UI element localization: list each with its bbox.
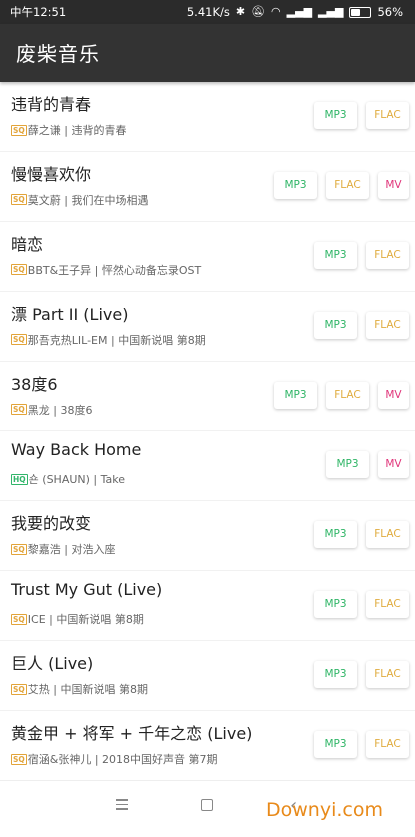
quality-badge: SQ xyxy=(11,264,27,276)
mp3-button[interactable]: MP3 xyxy=(274,171,317,199)
wifi-icon: ◠ xyxy=(271,5,281,18)
song-title: Trust My Gut (Live) xyxy=(11,580,163,600)
song-title: 漂 Part II (Live) xyxy=(11,304,129,324)
download-buttons: MP3 FLAC xyxy=(314,311,409,339)
song-meta: SQ 薛之谦 | 违背的青春 xyxy=(11,122,126,138)
app-bar: 废柴音乐 xyxy=(0,24,415,82)
download-buttons: MP3 FLAC xyxy=(314,102,409,129)
watermark: Downyi.com xyxy=(266,799,383,821)
song-title: 38度6 xyxy=(11,374,58,394)
download-buttons: MP3 FLAC xyxy=(314,731,409,759)
mv-button[interactable]: MV xyxy=(378,381,409,409)
song-row[interactable]: 黄金甲 + 将军 + 千年之恋 (Live) SQ 宿涵&张神儿 | 2018中国好… xyxy=(0,711,415,781)
status-time: 中午12:51 xyxy=(10,5,67,19)
song-row[interactable]: 慢慢喜欢你 SQ 莫文蔚 | 我们在中场相遇 MP3 FLAC MV xyxy=(0,152,415,222)
flac-button[interactable]: FLAC xyxy=(366,521,409,549)
signal-icon: ▂▄▆ xyxy=(286,5,313,18)
artist-album: 黑龙 | 38度6 xyxy=(27,403,93,417)
flac-button[interactable]: FLAC xyxy=(366,311,409,339)
download-buttons: MP3 FLAC xyxy=(314,661,409,689)
bluetooth-icon: ✱ xyxy=(235,5,246,18)
mp3-button[interactable]: MP3 xyxy=(274,381,317,409)
flac-button[interactable]: FLAC xyxy=(366,661,409,689)
flac-button[interactable]: FLAC xyxy=(366,731,409,759)
song-meta: SQ 艾热 | 中国新说唱 第8期 xyxy=(11,681,148,697)
network-speed: 5.41K/s xyxy=(186,5,230,19)
quality-badge: SQ xyxy=(11,543,27,555)
song-list: 违背的青春 SQ 薛之谦 | 违背的青春 MP3 FLAC 慢慢喜欢你 SQ 莫文蔚 | 我们… xyxy=(0,82,415,781)
song-title: Way Back Home xyxy=(11,440,142,460)
artist-album: 薛之谦 | 违背的青春 xyxy=(27,124,127,137)
song-title: 巨人 (Live) xyxy=(11,654,94,674)
song-meta: SQ 黑龙 | 38度6 xyxy=(11,402,92,418)
song-row[interactable]: 巨人 (Live) SQ 艾热 | 中国新说唱 第8期 MP3 FLAC xyxy=(0,641,415,712)
song-title: 黄金甲 + 将军 + 千年之恋 (Live) xyxy=(11,724,253,744)
download-buttons: MP3 FLAC MV xyxy=(274,171,409,199)
quality-badge: SQ xyxy=(11,194,27,206)
song-meta: HQ 숀 (SHAUN) | Take xyxy=(11,471,125,487)
song-row[interactable]: 38度6 SQ 黑龙 | 38度6 MP3 FLAC MV xyxy=(0,362,415,432)
artist-album: ICE | 中国新说唱 第8期 xyxy=(27,613,144,627)
menu-icon[interactable] xyxy=(116,799,128,810)
download-buttons: MP3 FLAC xyxy=(314,241,409,269)
quality-badge: SQ xyxy=(11,753,27,765)
artist-album: 那吾克热LIL-EM | 中国新说唱 第8期 xyxy=(27,333,206,347)
download-buttons: MP3 MV xyxy=(326,451,409,479)
quality-badge: SQ xyxy=(11,404,27,416)
song-meta: SQ 宿涵&张神儿 | 2018中国好声音 第7期 xyxy=(11,751,218,767)
artist-album: BBT&王子异 | 怦然心动备忘录OST xyxy=(27,263,202,277)
quality-badge: SQ xyxy=(11,683,27,695)
mp3-button[interactable]: MP3 xyxy=(326,451,369,479)
status-icons: 5.41K/s ✱ 🔕︎ ◠ ▂▄▆ ▂▄▆ 56% xyxy=(187,0,403,24)
song-title: 慢慢喜欢你 xyxy=(11,164,92,184)
download-buttons: MP3 FLAC xyxy=(314,521,409,549)
song-meta: SQ BBT&王子异 | 怦然心动备忘录OST xyxy=(11,262,201,278)
mp3-button[interactable]: MP3 xyxy=(314,311,357,339)
flac-button[interactable]: FLAC xyxy=(326,171,369,199)
mv-button[interactable]: MV xyxy=(378,171,409,199)
artist-album: 黎嘉浩 | 对浩入座 xyxy=(27,543,116,557)
quality-badge: SQ xyxy=(11,334,27,346)
quality-badge: SQ xyxy=(11,613,27,625)
mp3-button[interactable]: MP3 xyxy=(314,241,357,269)
song-row[interactable]: 违背的青春 SQ 薛之谦 | 违背的青春 MP3 FLAC xyxy=(0,82,415,152)
song-title: 我要的改变 xyxy=(11,514,92,534)
mute-icon: 🔕︎ xyxy=(251,5,266,18)
mp3-button[interactable]: MP3 xyxy=(314,521,357,549)
song-row[interactable]: 暗恋 SQ BBT&王子异 | 怦然心动备忘录OST MP3 FLAC xyxy=(0,222,415,292)
battery-icon xyxy=(349,6,372,18)
flac-button[interactable]: FLAC xyxy=(366,241,409,269)
quality-badge: SQ xyxy=(11,124,27,136)
artist-album: 숀 (SHAUN) | Take xyxy=(28,473,125,487)
song-row[interactable]: 漂 Part II (Live) SQ 那吾克热LIL-EM | 中国新说唱 第8期… xyxy=(0,292,415,362)
artist-album: 莫文蔚 | 我们在中场相遇 xyxy=(27,193,149,207)
flac-button[interactable]: FLAC xyxy=(366,591,409,619)
song-row[interactable]: 我要的改变 SQ 黎嘉浩 | 对浩入座 MP3 FLAC xyxy=(0,501,415,572)
song-title: 暗恋 xyxy=(11,234,44,254)
mp3-button[interactable]: MP3 xyxy=(314,661,357,689)
flac-button[interactable]: FLAC xyxy=(366,102,409,129)
song-meta: SQ 那吾克热LIL-EM | 中国新说唱 第8期 xyxy=(11,332,206,348)
battery-percent: 56% xyxy=(377,5,403,19)
artist-album: 宿涵&张神儿 | 2018中国好声音 第7期 xyxy=(27,753,218,767)
app-title: 废柴音乐 xyxy=(16,42,100,66)
signal-icon-2: ▂▄▆ xyxy=(318,5,344,18)
status-bar: 中午12:51 5.41K/s ✱ 🔕︎ ◠ ▂▄▆ ▂▄▆ 56% xyxy=(0,0,415,24)
download-buttons: MP3 FLAC MV xyxy=(274,381,409,409)
song-meta: SQ 莫文蔚 | 我们在中场相遇 xyxy=(11,192,148,208)
song-meta: SQ 黎嘉浩 | 对浩入座 xyxy=(11,541,115,557)
quality-badge: HQ xyxy=(11,473,28,485)
song-title: 违背的青春 xyxy=(11,95,92,114)
download-buttons: MP3 FLAC xyxy=(314,591,409,619)
artist-album: 艾热 | 中国新说唱 第8期 xyxy=(27,683,148,697)
mp3-button[interactable]: MP3 xyxy=(314,102,357,129)
song-row[interactable]: Way Back Home HQ 숀 (SHAUN) | Take MP3 MV xyxy=(0,431,415,502)
mp3-button[interactable]: MP3 xyxy=(314,731,357,759)
home-icon[interactable] xyxy=(201,799,213,811)
mv-button[interactable]: MV xyxy=(378,451,409,479)
song-row[interactable]: Trust My Gut (Live) SQ ICE | 中国新说唱 第8期 MP3 F… xyxy=(0,571,415,642)
song-meta: SQ ICE | 中国新说唱 第8期 xyxy=(11,611,144,627)
flac-button[interactable]: FLAC xyxy=(326,381,369,409)
mp3-button[interactable]: MP3 xyxy=(314,591,357,619)
